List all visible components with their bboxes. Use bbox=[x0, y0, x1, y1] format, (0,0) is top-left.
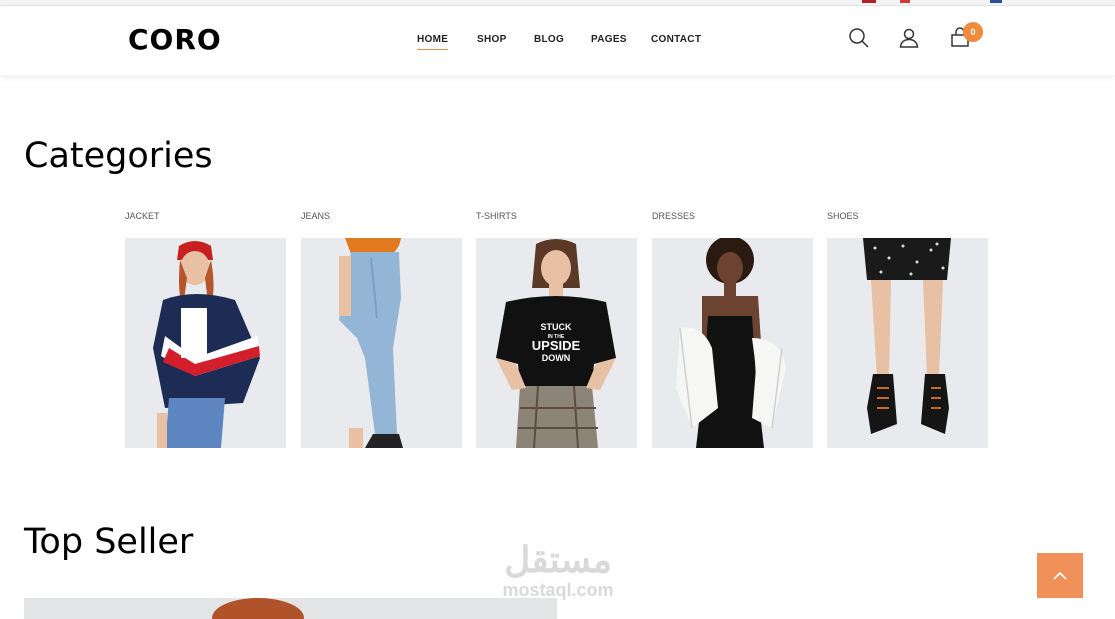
watermark: مستقل mostaql.com bbox=[488, 539, 628, 601]
watermark-latin: mostaql.com bbox=[502, 580, 614, 600]
category-label-tshirts[interactable]: T-SHIRTS bbox=[476, 211, 517, 221]
nav-item-shop[interactable]: SHOP bbox=[477, 34, 507, 45]
category-image-shoes[interactable] bbox=[827, 238, 988, 448]
watermark-arabic: مستقل bbox=[504, 539, 612, 580]
category-image-dresses[interactable] bbox=[652, 238, 813, 448]
category-label-jeans[interactable]: JEANS bbox=[301, 211, 330, 221]
user-icon[interactable] bbox=[897, 26, 921, 50]
search-icon[interactable] bbox=[847, 26, 871, 50]
nav-item-home[interactable]: HOME bbox=[417, 34, 449, 50]
shirt-print-line-3: UPSIDE bbox=[532, 338, 581, 353]
flag-red-2 bbox=[900, 0, 910, 3]
flag-red-1 bbox=[862, 0, 876, 3]
shirt-print-line-4: DOWN bbox=[542, 353, 571, 363]
nav-item-pages[interactable]: PAGES bbox=[591, 34, 627, 45]
category-image-jacket[interactable] bbox=[125, 238, 286, 448]
top-seller-title: Top Seller bbox=[24, 522, 194, 562]
flag-blue bbox=[990, 0, 1002, 3]
categories-title: Categories bbox=[24, 136, 213, 176]
category-image-jeans[interactable] bbox=[301, 238, 462, 448]
chevron-up-icon bbox=[1053, 571, 1067, 580]
nav-item-blog[interactable]: BLOG bbox=[534, 34, 564, 45]
category-image-tshirts[interactable]: STUCK IN THE UPSIDE DOWN bbox=[476, 238, 637, 448]
category-label-dresses[interactable]: DRESSES bbox=[652, 211, 695, 221]
scroll-to-top-button[interactable] bbox=[1037, 553, 1083, 598]
site-header: CORO HOME SHOP BLOG PAGES CONTACT 0 bbox=[0, 6, 1115, 75]
cart-count-badge: 0 bbox=[963, 22, 983, 42]
category-label-shoes[interactable]: SHOES bbox=[827, 211, 859, 221]
top-seller-banner-image[interactable] bbox=[24, 598, 557, 619]
shirt-print-line-1: STUCK bbox=[541, 322, 572, 332]
category-label-jacket[interactable]: JACKET bbox=[125, 211, 160, 221]
nav-item-contact[interactable]: CONTACT bbox=[651, 34, 701, 45]
